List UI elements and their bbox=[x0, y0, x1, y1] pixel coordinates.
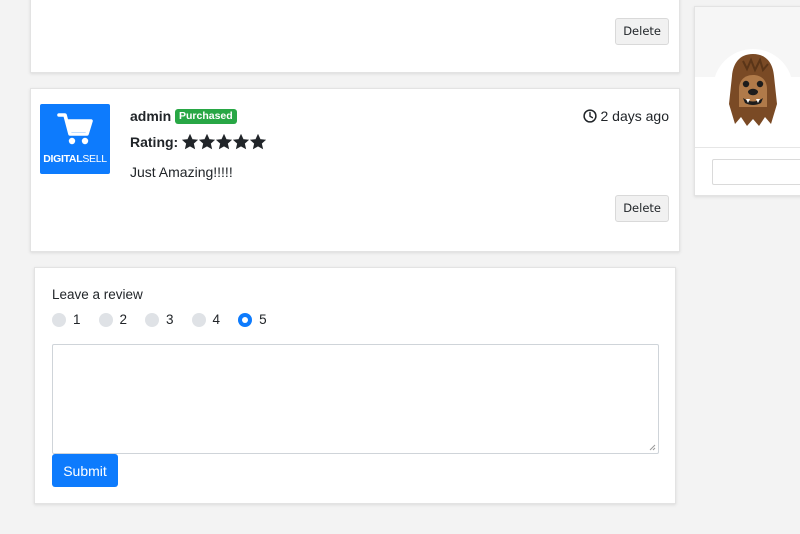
submit-button[interactable]: Submit bbox=[52, 454, 118, 487]
radio-label: 3 bbox=[166, 312, 174, 327]
star-icon bbox=[216, 134, 233, 150]
star-icon bbox=[250, 134, 267, 150]
purchased-badge: Purchased bbox=[175, 109, 237, 124]
rating-label: Rating: bbox=[130, 134, 179, 150]
chewbacca-avatar-icon bbox=[729, 54, 777, 126]
resize-grip-icon[interactable] bbox=[648, 443, 656, 451]
rating-radio-4[interactable]: 4 bbox=[191, 312, 221, 327]
radio-label: 4 bbox=[212, 312, 221, 327]
review-card: DIGITALSELL admin Purchased Rating: Just… bbox=[30, 88, 680, 252]
time-text: 2 days ago bbox=[600, 108, 670, 124]
radio-label: 5 bbox=[259, 312, 267, 327]
review-textarea[interactable] bbox=[52, 344, 659, 454]
logo-text: DIGITALSELL bbox=[43, 153, 107, 165]
review-author: admin bbox=[130, 108, 172, 124]
radio-button[interactable] bbox=[191, 312, 206, 327]
rating-radio-1[interactable]: 1 bbox=[52, 312, 81, 327]
sidebar-profile-card bbox=[694, 6, 800, 196]
review-text: Just Amazing!!!!! bbox=[130, 164, 233, 180]
leave-review-card: Leave a review 1 2 3 4 5 Submit bbox=[34, 267, 676, 504]
delete-button[interactable]: Delete bbox=[615, 18, 669, 45]
sidebar-divider bbox=[695, 147, 800, 148]
radio-label: 2 bbox=[119, 312, 128, 327]
delete-button[interactable]: Delete bbox=[615, 195, 669, 222]
shopping-cart-icon bbox=[57, 113, 93, 145]
rating-radio-3[interactable]: 3 bbox=[145, 312, 174, 327]
leave-review-title: Leave a review bbox=[52, 287, 143, 302]
avatar bbox=[713, 49, 793, 129]
clock-icon bbox=[582, 109, 597, 123]
rating-row: Rating: bbox=[130, 134, 267, 150]
radio-label: 1 bbox=[73, 312, 81, 327]
radio-button[interactable] bbox=[145, 312, 160, 327]
radio-button[interactable] bbox=[52, 312, 66, 327]
radio-button[interactable] bbox=[238, 312, 253, 327]
review-card-previous: Delete bbox=[30, 0, 680, 73]
review-time: 2 days ago bbox=[582, 108, 670, 124]
star-icon bbox=[199, 134, 216, 150]
rating-radio-5[interactable]: 5 bbox=[238, 312, 267, 327]
digitalsell-logo: DIGITALSELL bbox=[40, 104, 110, 174]
radio-button[interactable] bbox=[98, 312, 113, 327]
star-icon bbox=[182, 134, 199, 150]
star-icon bbox=[233, 134, 250, 150]
sidebar-input[interactable] bbox=[712, 159, 800, 185]
rating-stars bbox=[182, 134, 267, 150]
rating-radio-group: 1 2 3 4 5 bbox=[52, 312, 285, 327]
rating-radio-2[interactable]: 2 bbox=[98, 312, 128, 327]
